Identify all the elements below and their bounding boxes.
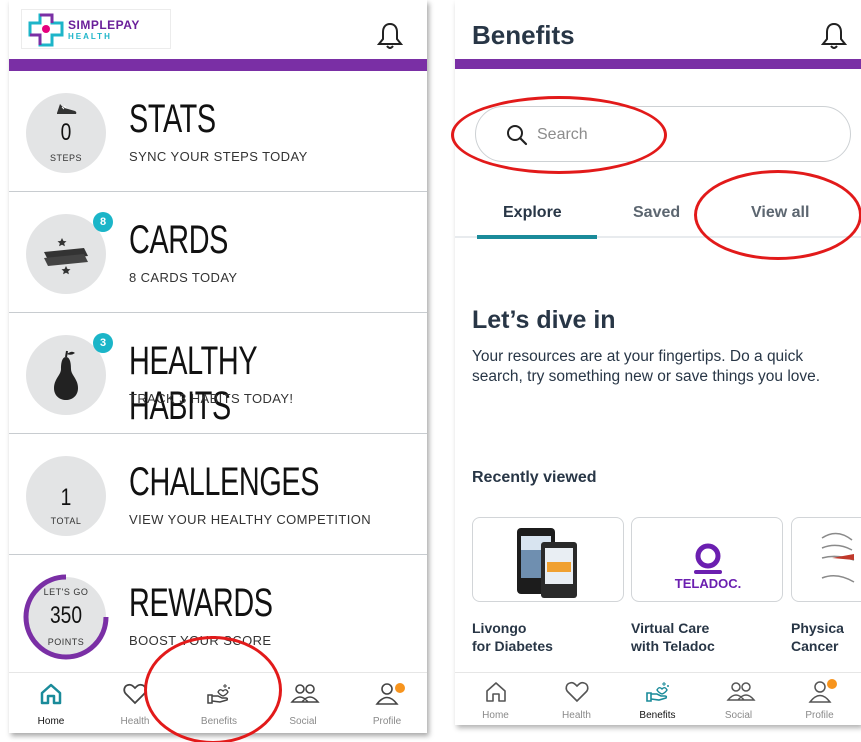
recent-item-physical-label[interactable]: Physica Cancer: [791, 619, 844, 655]
cards-title: CARDS: [129, 218, 229, 262]
benefits-hand-icon: [646, 682, 669, 702]
steps-unit: STEPS: [49, 153, 82, 163]
benefits-hand-icon: [207, 684, 230, 704]
stats-row[interactable]: 0 STEPS STATS SYNC YOUR STEPS TODAY: [9, 71, 427, 192]
tab-explore[interactable]: Explore: [503, 204, 562, 222]
tab-active-indicator: [477, 235, 597, 239]
book-image: [821, 532, 855, 583]
sneaker-icon: [57, 104, 77, 114]
nav-home[interactable]: Home: [9, 673, 93, 733]
social-icon: [726, 682, 756, 701]
nav-health-label: Health: [562, 710, 591, 721]
habits-count-badge: 3: [93, 333, 113, 353]
nav-benefits[interactable]: Benefits: [617, 673, 698, 725]
recently-viewed-title: Recently viewed: [472, 469, 597, 486]
home-icon: [486, 682, 506, 702]
challenges-title: CHALLENGES: [129, 460, 320, 504]
teladoc-line2: with Teladoc: [631, 638, 715, 654]
challenges-row[interactable]: 1 TOTAL CHALLENGES VIEW YOUR HEALTHY COM…: [9, 434, 427, 555]
livongo-line2: for Diabetes: [472, 638, 553, 654]
recent-card-teladoc[interactable]: TELADOC.: [631, 517, 783, 602]
challenges-value: 1: [60, 484, 72, 511]
logo-subbrand: HEALTH: [68, 32, 112, 41]
stats-subtitle: SYNC YOUR STEPS TODAY: [129, 149, 308, 164]
simplepay-home-screen: SIMPLEPAY HEALTH 0 STEPS STATS SYNC YOUR…: [9, 0, 427, 733]
recent-card-livongo[interactable]: [472, 517, 624, 602]
nav-home-label: Home: [482, 710, 509, 721]
nav-health[interactable]: Health: [536, 673, 617, 725]
header-accent-bar: [9, 59, 427, 71]
nav-profile[interactable]: Profile: [345, 673, 427, 733]
rewards-title: REWARDS: [129, 581, 273, 625]
nav-benefits-label: Benefits: [639, 710, 676, 721]
simplepay-logo: SIMPLEPAY HEALTH: [21, 9, 171, 49]
healthy-habits-subtitle: TRACK 3 HABITS TODAY!: [129, 391, 294, 406]
nav-profile[interactable]: Profile: [779, 673, 860, 725]
nav-social[interactable]: Social: [261, 673, 345, 733]
cards-count-badge: 8: [93, 212, 113, 232]
physical-line2: Cancer: [791, 638, 839, 654]
nav-social-label: Social: [289, 716, 317, 727]
rewards-top-label: LET'S GO: [43, 587, 89, 597]
recent-card-physical-activity[interactable]: [791, 517, 861, 602]
notification-bell-icon[interactable]: [376, 22, 404, 55]
rewards-row[interactable]: LET'S GO 350 POINTS REWARDS BOOST YOUR S…: [9, 555, 427, 672]
header-accent-bar: [455, 59, 861, 69]
profile-notification-dot: [827, 679, 837, 689]
search-icon: [507, 125, 528, 146]
bottom-nav: Home Health Benefits Social Profile: [9, 672, 427, 733]
challenges-circle: 1 TOTAL: [26, 456, 106, 536]
logo-brand: SIMPLEPAY: [68, 18, 140, 32]
page-title: Benefits: [472, 20, 575, 50]
healthy-habits-title: HEALTHY HABITS: [129, 339, 257, 428]
nav-benefits[interactable]: Benefits: [177, 673, 261, 733]
rewards-points-value: 350: [49, 602, 83, 629]
home-icon: [40, 683, 62, 705]
nav-profile-label: Profile: [372, 716, 402, 727]
rewards-points-unit: POINTS: [47, 637, 85, 647]
tab-view-all[interactable]: View all: [751, 204, 809, 222]
section-description: Your resources are at your fingertips. D…: [472, 348, 821, 385]
nav-social[interactable]: Social: [698, 673, 779, 725]
section-heading: Let’s dive in: [472, 306, 616, 334]
cards-subtitle: 8 CARDS TODAY: [129, 270, 238, 285]
cards-icon: [44, 238, 88, 275]
search-input[interactable]: Search: [475, 106, 851, 162]
cards-row[interactable]: 8 CARDS 8 CARDS TODAY: [9, 192, 427, 313]
bottom-nav: Home Health Benefits Social Profile: [455, 672, 861, 725]
tab-saved[interactable]: Saved: [633, 204, 680, 222]
challenges-subtitle: VIEW YOUR HEALTHY COMPETITION: [129, 512, 372, 527]
simplepay-logo-icon: [28, 13, 64, 47]
search-placeholder: Search: [537, 126, 588, 143]
nav-home[interactable]: Home: [455, 673, 536, 725]
nav-health[interactable]: Health: [93, 673, 177, 733]
nav-benefits-label: Benefits: [200, 716, 238, 727]
nav-home-label: Home: [37, 716, 65, 727]
heart-icon: [123, 683, 147, 705]
notification-bell-icon[interactable]: [820, 22, 848, 55]
nav-social-label: Social: [724, 710, 753, 721]
steps-circle: 0 STEPS: [26, 93, 106, 173]
stats-title: STATS: [129, 97, 216, 141]
teladoc-line1: Virtual Care: [631, 620, 710, 636]
challenges-unit: TOTAL: [50, 516, 82, 526]
profile-notification-dot: [395, 683, 405, 693]
healthy-habits-row[interactable]: 3 HEALTHY HABITS TRACK 3 HABITS TODAY!: [9, 313, 427, 434]
recent-item-teladoc-label[interactable]: Virtual Care with Teladoc: [631, 619, 715, 655]
social-icon: [290, 684, 320, 703]
rewards-subtitle: BOOST YOUR SCORE: [129, 633, 272, 648]
teladoc-logo-text: TELADOC.: [674, 576, 742, 591]
rewards-circle: LET'S GO 350 POINTS: [23, 574, 109, 660]
physical-line1: Physica: [791, 620, 844, 636]
steps-value: 0: [60, 119, 72, 146]
app-header: SIMPLEPAY HEALTH: [9, 0, 427, 59]
pear-icon: [54, 350, 78, 400]
nav-health-label: Health: [120, 716, 150, 727]
nav-profile-label: Profile: [805, 710, 834, 721]
recent-item-livongo-label[interactable]: Livongo for Diabetes: [472, 619, 553, 655]
benefits-screen: Benefits Search Explore Saved View all L…: [455, 0, 861, 725]
livongo-device-image: [517, 528, 577, 598]
livongo-line1: Livongo: [472, 620, 527, 636]
heart-icon: [565, 681, 589, 703]
